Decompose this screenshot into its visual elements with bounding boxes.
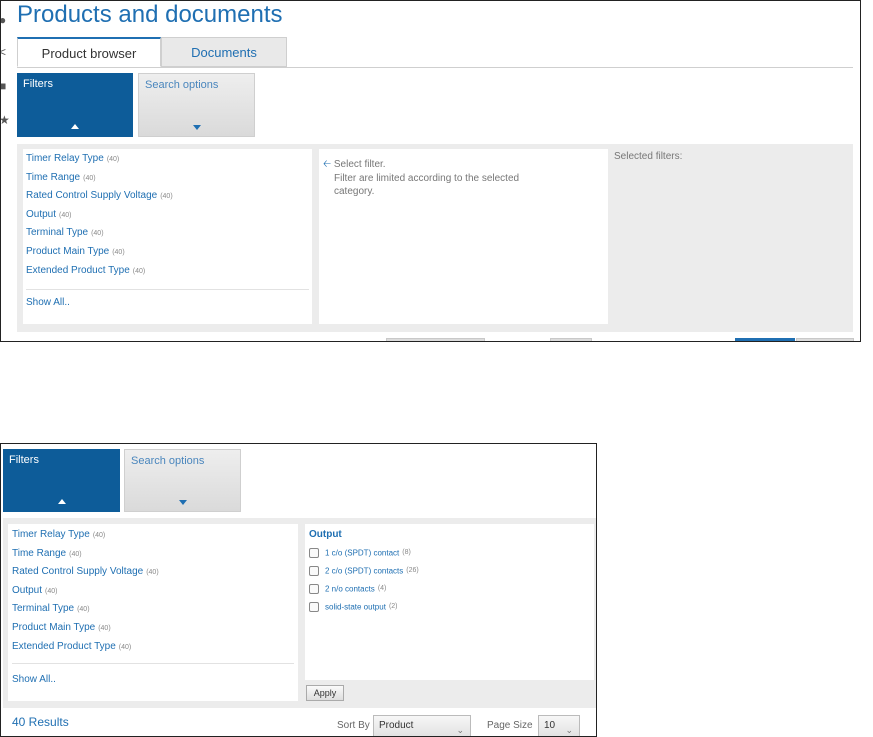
tab-documents[interactable]: Documents <box>161 37 287 67</box>
page-title: Products and documents <box>17 1 283 28</box>
filter-category-item[interactable]: Rated Control Supply Voltage (40) <box>12 566 159 585</box>
show-all-link[interactable]: Show All.. <box>12 674 56 685</box>
divider <box>26 289 309 290</box>
checkbox[interactable] <box>309 547 319 558</box>
output-option[interactable]: 1 c/o (SPDT) contact (8) <box>309 544 411 558</box>
select-filter-hint: 🡠 Select filter. <box>323 159 386 170</box>
filter-category-item[interactable]: Output (40) <box>12 585 159 604</box>
view-toggle-active[interactable] <box>735 338 795 341</box>
filter-category-item[interactable]: Extended Product Type (40) <box>12 641 159 660</box>
output-option[interactable]: solid-state output (2) <box>309 598 398 612</box>
search-options-button[interactable]: Search options <box>124 449 241 512</box>
product-browser-panel: ● < ■ ★ Products and documents Product b… <box>0 0 861 342</box>
product-browser-output-panel: Filters Search options Timer Relay Type(… <box>0 443 597 737</box>
filter-category-item[interactable]: Timer Relay Type (40) <box>12 529 159 548</box>
info-icon[interactable]: ● <box>1 13 11 27</box>
sort-by-value: Product <box>379 720 414 731</box>
lock-icon[interactable]: ■ <box>1 79 11 93</box>
filter-category-item[interactable]: Terminal Type (40) <box>26 227 173 246</box>
sort-by-select[interactable]: Product ⌄ <box>373 715 471 736</box>
filter-category-list: Timer Relay Type (40) Time Range (40) Rate… <box>8 524 298 701</box>
sort-select-partial[interactable] <box>386 338 485 341</box>
chevron-down-icon: ⌄ <box>565 725 573 735</box>
output-option[interactable]: 2 c/o (SPDT) contacts (26) <box>309 562 419 576</box>
search-options-label: Search options <box>145 79 219 91</box>
arrow-left-icon: 🡠 <box>323 159 332 170</box>
results-count: 40 Results <box>12 715 69 729</box>
filters-button[interactable]: Filters <box>3 449 120 512</box>
search-options-button[interactable]: Search options <box>138 73 255 137</box>
filters-button-label: Filters <box>9 454 39 466</box>
divider <box>12 663 294 664</box>
filter-category-item[interactable]: Product Main Type (40) <box>12 622 159 641</box>
filter-category-item[interactable]: Rated Control Supply Voltage (40) <box>26 190 173 209</box>
sort-by-label: Sort By <box>337 720 370 731</box>
filter-category-item[interactable]: Product Main Type (40) <box>26 246 173 265</box>
filters-button[interactable]: Filters <box>17 73 133 137</box>
filter-category-item[interactable]: Time Range (40) <box>26 172 173 191</box>
filters-button-label: Filters <box>23 78 53 90</box>
filter-category-item[interactable]: Extended Product Type (40) <box>26 265 173 284</box>
share-icon[interactable]: < <box>1 45 11 59</box>
filter-category-list: Timer Relay Type (40) Time Range (40) Rate… <box>23 149 312 324</box>
filter-category-item[interactable]: Time Range (40) <box>12 548 159 567</box>
caret-down-icon <box>178 500 187 505</box>
checkbox[interactable] <box>309 583 319 594</box>
page-size-value: 10 <box>544 720 556 731</box>
caret-down-icon <box>192 125 201 130</box>
filter-limit-hint: Filter are limited according to the sele… <box>334 173 520 197</box>
filter-category-item[interactable]: Output (40) <box>26 209 173 228</box>
search-options-label: Search options <box>131 455 205 467</box>
apply-button[interactable]: Apply <box>306 685 344 701</box>
view-toggle-inactive[interactable] <box>796 338 854 341</box>
page-size-select-partial[interactable] <box>550 338 592 341</box>
caret-up-icon <box>71 124 79 129</box>
output-heading: Output <box>309 529 342 540</box>
tab-product-browser[interactable]: Product browser <box>17 37 161 67</box>
filter-category-item[interactable]: Timer Relay Type (40) <box>26 153 173 172</box>
filter-category-item[interactable]: Terminal Type (40) <box>12 603 159 622</box>
output-option[interactable]: 2 n/o contacts (4) <box>309 580 386 594</box>
selected-filters-label: Selected filters: <box>614 151 683 162</box>
tab-bar: Product browser Documents <box>17 37 853 68</box>
page-size-select[interactable]: 10 ⌄ <box>538 715 580 736</box>
chevron-down-icon: ⌄ <box>456 725 464 735</box>
filter-options-box: 🡠 Select filter. Filter are limited acco… <box>319 149 608 324</box>
star-icon[interactable]: ★ <box>1 113 11 127</box>
show-all-link[interactable]: Show All.. <box>26 297 70 308</box>
checkbox[interactable] <box>309 601 319 612</box>
output-options-box: Output 1 c/o (SPDT) contact (8) 2 c/o (SP… <box>305 524 594 680</box>
caret-up-icon <box>57 499 66 504</box>
checkbox[interactable] <box>309 565 319 576</box>
page-size-label: Page Size <box>487 720 533 731</box>
